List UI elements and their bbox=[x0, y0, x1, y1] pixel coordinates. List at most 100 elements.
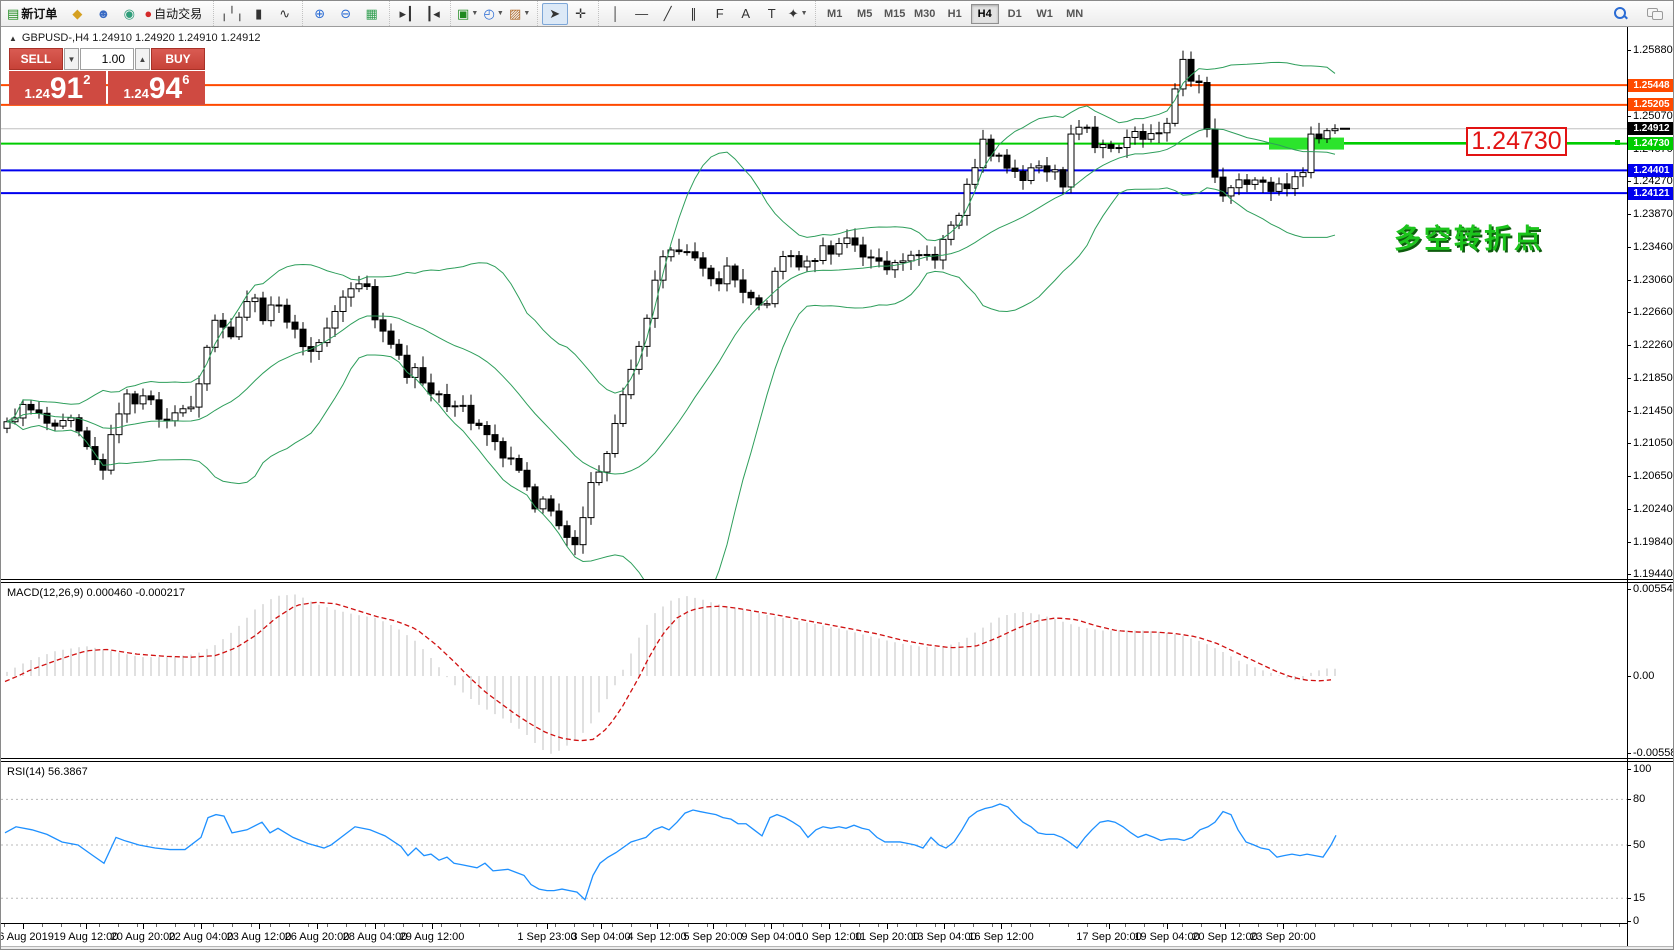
bar-chart-mode-button[interactable]: ╷╵╷ bbox=[218, 3, 245, 25]
macd-chart-surface[interactable] bbox=[1, 583, 1627, 758]
trendline-button[interactable]: ╱ bbox=[655, 3, 681, 25]
auto-trading-button[interactable]: ●自动交易 bbox=[142, 3, 209, 25]
macd-indicator-label: MACD(12,26,9) 0.000460 -0.000217 bbox=[7, 587, 185, 599]
horizontal-line-button[interactable]: — bbox=[629, 3, 655, 25]
timeframe-m1-button[interactable]: M1 bbox=[821, 4, 849, 24]
volume-step-down-button[interactable]: ▼ bbox=[64, 48, 79, 70]
time-tick-mark bbox=[86, 924, 87, 929]
sell-price-button[interactable]: 1.24 91 2 bbox=[9, 71, 106, 105]
time-minor-tick bbox=[42, 924, 43, 927]
timeframe-h1-button[interactable]: H1 bbox=[941, 4, 969, 24]
pivot-note-text[interactable]: 多空转折点 bbox=[1394, 217, 1544, 256]
timeframe-mn-button[interactable]: MN bbox=[1061, 4, 1089, 24]
time-tick-label: 16 Sep 12:00 bbox=[968, 931, 1033, 943]
time-minor-tick bbox=[1106, 924, 1107, 927]
time-minor-tick bbox=[156, 924, 157, 927]
time-minor-tick bbox=[536, 924, 537, 927]
chart-shift-button[interactable]: ┃◂ bbox=[420, 3, 446, 25]
fibonacci-icon: F bbox=[716, 6, 724, 21]
volume-input[interactable]: 1.00 bbox=[80, 48, 134, 70]
time-tick-mark bbox=[944, 924, 945, 929]
zoom-in-button[interactable]: ⊕ bbox=[307, 3, 333, 25]
buy-button[interactable]: BUY bbox=[151, 48, 205, 70]
chat-button[interactable] bbox=[1641, 3, 1667, 25]
timeframe-d1-button[interactable]: D1 bbox=[1001, 4, 1029, 24]
market-watch-button[interactable]: ◆ bbox=[64, 3, 90, 25]
channel-button[interactable]: ∥ bbox=[681, 3, 707, 25]
time-minor-tick bbox=[783, 924, 784, 927]
timeframe-m5-button[interactable]: M5 bbox=[851, 4, 879, 24]
time-tick-mark bbox=[375, 924, 376, 929]
zoom-out-button[interactable]: ⊖ bbox=[333, 3, 359, 25]
collapse-panel-icon[interactable]: ▲ bbox=[9, 34, 17, 43]
price-tick-mark bbox=[1627, 280, 1631, 281]
buy-price-button[interactable]: 1.24 94 6 bbox=[108, 71, 205, 105]
timeframe-h4-button[interactable]: H4 bbox=[971, 4, 999, 24]
time-tick-label: 5 Sep 20:00 bbox=[683, 931, 742, 943]
tile-windows-button[interactable]: ▦ bbox=[359, 3, 385, 25]
timeframe-m15-button[interactable]: M15 bbox=[881, 4, 909, 24]
price-tick-label: 1.21850 bbox=[1633, 372, 1673, 384]
time-minor-tick bbox=[4, 924, 5, 927]
signals-button[interactable]: ◉ bbox=[116, 3, 142, 25]
text-label-button[interactable]: T bbox=[759, 3, 785, 25]
community-button[interactable]: ☻ bbox=[90, 3, 116, 25]
time-axis[interactable]: 16 Aug 201919 Aug 12:0020 Aug 20:0022 Au… bbox=[1, 923, 1627, 946]
time-minor-tick bbox=[1258, 924, 1259, 927]
time-minor-tick bbox=[555, 924, 556, 927]
time-tick-label: 10 Sep 12:00 bbox=[796, 931, 861, 943]
shapes-button[interactable]: ✦▼ bbox=[785, 3, 811, 25]
time-tick-label: 29 Aug 12:00 bbox=[400, 931, 465, 943]
rsi-chart-surface[interactable] bbox=[1, 762, 1627, 923]
fibonacci-button[interactable]: F bbox=[707, 3, 733, 25]
period-button[interactable]: ◴▼ bbox=[481, 3, 507, 25]
line-chart-mode-button[interactable]: ∿ bbox=[272, 3, 298, 25]
time-minor-tick bbox=[1505, 924, 1506, 927]
time-tick-label: 1 Sep 23:00 bbox=[517, 931, 576, 943]
sell-button[interactable]: SELL bbox=[9, 48, 63, 70]
cursor-button[interactable]: ➤ bbox=[542, 3, 568, 25]
price-tick-label: 1.20240 bbox=[1633, 503, 1673, 515]
price-tick-label: 1.22260 bbox=[1633, 339, 1673, 351]
auto-scroll-button[interactable]: ▸┃ bbox=[394, 3, 420, 25]
price-tick-mark bbox=[1627, 443, 1631, 444]
timeframe-w1-button[interactable]: W1 bbox=[1031, 4, 1059, 24]
price-level-badge: 1.25448 bbox=[1628, 79, 1674, 92]
shapes-icon: ✦ bbox=[788, 6, 799, 22]
price-level-badge: 1.25205 bbox=[1628, 98, 1674, 111]
time-tick-label: 17 Sep 20:00 bbox=[1076, 931, 1141, 943]
pivot-price-callout[interactable]: 1.24730 bbox=[1466, 127, 1567, 156]
volume-step-up-button[interactable]: ▲ bbox=[135, 48, 150, 70]
time-tick-mark bbox=[1001, 924, 1002, 929]
toolbar-group-0: ▤新订单◆☻◉●自动交易 bbox=[1, 1, 213, 26]
time-minor-tick bbox=[1011, 924, 1012, 927]
time-tick-mark bbox=[143, 924, 144, 929]
time-minor-tick bbox=[1486, 924, 1487, 927]
vertical-line-button[interactable]: │ bbox=[603, 3, 629, 25]
pivot-callout-line-right bbox=[1567, 142, 1615, 144]
time-tick-mark bbox=[259, 924, 260, 929]
timeframe-m30-button[interactable]: M30 bbox=[911, 4, 939, 24]
crosshair-button[interactable]: ✛ bbox=[568, 3, 594, 25]
text-button[interactable]: A bbox=[733, 3, 759, 25]
template-button[interactable]: ▨▼ bbox=[507, 3, 533, 25]
rsi-tick-label: 50 bbox=[1633, 839, 1645, 851]
template-icon: ▨ bbox=[509, 6, 521, 22]
search-button[interactable] bbox=[1607, 3, 1633, 25]
price-tick-mark bbox=[1627, 214, 1631, 215]
pivot-line-handle[interactable] bbox=[1615, 140, 1620, 145]
time-tick-mark bbox=[547, 924, 548, 929]
time-minor-tick bbox=[194, 924, 195, 927]
time-tick-mark bbox=[713, 924, 714, 929]
new-order-button[interactable]: ▤新订单 bbox=[5, 3, 64, 25]
price-tick-label: 1.19440 bbox=[1633, 568, 1673, 580]
candlestick-mode-button[interactable]: ▮ bbox=[246, 3, 272, 25]
new-chart-button[interactable]: ▣▼ bbox=[455, 3, 481, 25]
toolbar-group-4: ▣▼◴▼▨▼ bbox=[450, 1, 537, 26]
candlestick-mode-icon: ▮ bbox=[255, 6, 262, 22]
time-minor-tick bbox=[821, 924, 822, 927]
main-chart-surface[interactable] bbox=[1, 27, 1627, 579]
time-tick-label: 20 Aug 20:00 bbox=[111, 931, 176, 943]
rsi-tick-label: 100 bbox=[1633, 763, 1651, 775]
time-minor-tick bbox=[1277, 924, 1278, 927]
